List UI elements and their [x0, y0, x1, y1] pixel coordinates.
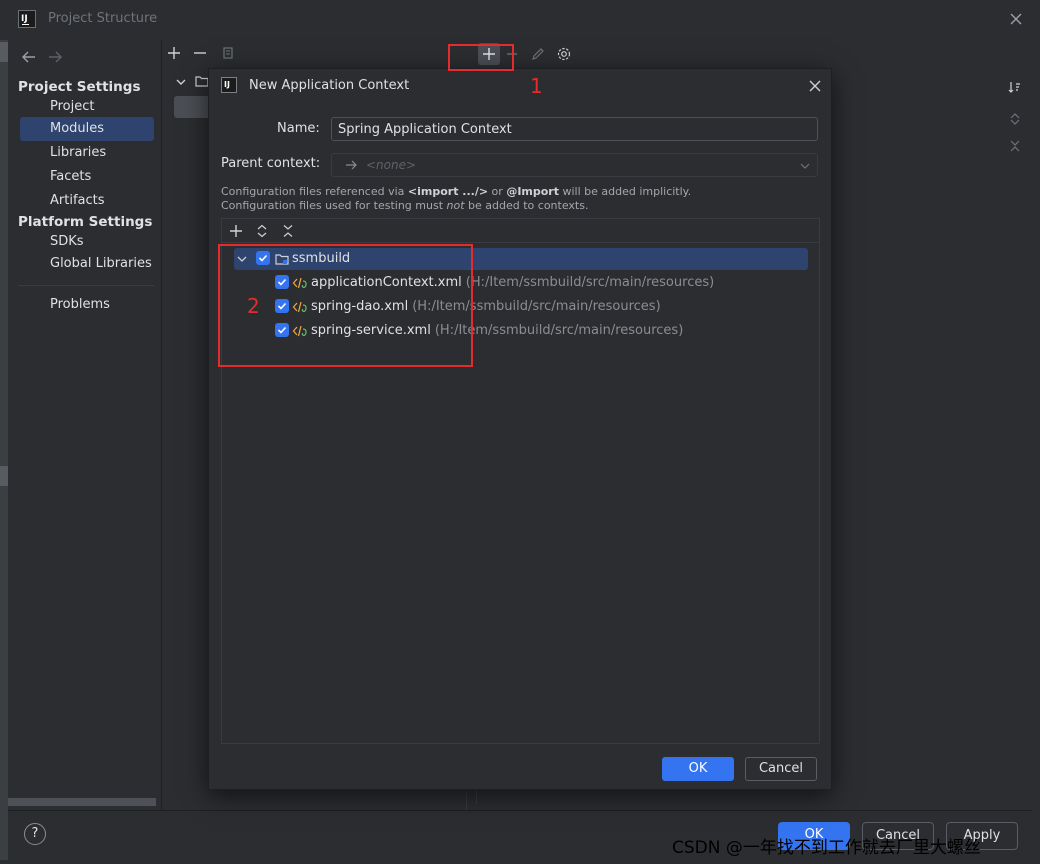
- name-input[interactable]: [331, 117, 818, 141]
- sidebar-scrollbar[interactable]: [8, 798, 156, 806]
- expand-all-icon[interactable]: [254, 223, 270, 239]
- forward-arrow-icon[interactable]: [46, 48, 64, 66]
- add-icon[interactable]: [228, 223, 244, 239]
- cancel-button[interactable]: Cancel: [745, 757, 817, 781]
- parent-context-value: <none>: [366, 158, 417, 172]
- sidebar-item-problems[interactable]: Problems: [20, 293, 154, 317]
- sidebar-item-facets[interactable]: Facets: [20, 165, 154, 189]
- sort-icon[interactable]: [1008, 80, 1022, 94]
- window-title: Project Structure: [48, 11, 158, 26]
- intellij-logo-icon: IJ: [18, 10, 36, 28]
- annotation-box-1: [448, 44, 514, 71]
- hint-line-2: Configuration files used for testing mus…: [221, 199, 589, 212]
- name-label: Name:: [277, 121, 320, 136]
- tree-expand-chevron-icon[interactable]: [174, 75, 188, 89]
- help-button[interactable]: ?: [24, 823, 46, 845]
- sidebar-item-modules[interactable]: Modules: [20, 117, 154, 141]
- parent-context-label: Parent context:: [221, 156, 321, 171]
- window-close-icon[interactable]: [1006, 9, 1026, 29]
- collapse-all-icon[interactable]: [1008, 139, 1022, 153]
- sidebar-separator: [18, 285, 154, 286]
- hint-line-1: Configuration files referenced via <impo…: [221, 185, 692, 198]
- back-arrow-icon[interactable]: [20, 48, 38, 66]
- copy-icon[interactable]: [220, 45, 236, 61]
- sidebar-item-artifacts[interactable]: Artifacts: [20, 189, 154, 213]
- collapse-all-icon[interactable]: [280, 223, 296, 239]
- remove-module-icon[interactable]: [192, 45, 208, 61]
- window-titlebar: IJ Project Structure: [0, 0, 1040, 40]
- left-edge-strip: [0, 40, 8, 860]
- project-settings-header: Project Settings: [18, 79, 141, 95]
- expand-all-icon[interactable]: [1008, 112, 1022, 126]
- sidebar-item-sdks[interactable]: SDKs: [20, 230, 154, 254]
- sidebar-item-project[interactable]: Project: [20, 95, 154, 119]
- right-edge-strip: [1032, 40, 1040, 860]
- chevron-down-icon: [799, 160, 811, 172]
- add-module-icon[interactable]: [166, 45, 182, 61]
- sidebar-item-global-libraries[interactable]: Global Libraries: [20, 252, 154, 276]
- parent-context-select[interactable]: <none>: [331, 153, 818, 177]
- arrow-right-icon: [344, 158, 358, 172]
- intellij-logo-icon: IJ: [221, 77, 237, 93]
- annotation-number-1: 1: [530, 74, 543, 98]
- dialog-title: New Application Context: [249, 78, 410, 93]
- new-application-context-dialog: IJ New Application Context Name: Parent …: [208, 68, 832, 790]
- settings-sidebar: Project Settings Project Modules Librari…: [8, 40, 162, 810]
- edit-pencil-icon[interactable]: [530, 46, 546, 62]
- annotation-number-2: 2: [247, 294, 260, 318]
- csdn-watermark: CSDN @一年找不到工作就去厂里大螺丝: [668, 831, 985, 860]
- ok-button[interactable]: OK: [662, 757, 734, 781]
- gear-icon[interactable]: [556, 46, 572, 62]
- close-icon[interactable]: [807, 78, 823, 94]
- tree-toolbar: [222, 219, 819, 243]
- platform-settings-header: Platform Settings: [18, 214, 153, 230]
- sidebar-item-libraries[interactable]: Libraries: [20, 141, 154, 165]
